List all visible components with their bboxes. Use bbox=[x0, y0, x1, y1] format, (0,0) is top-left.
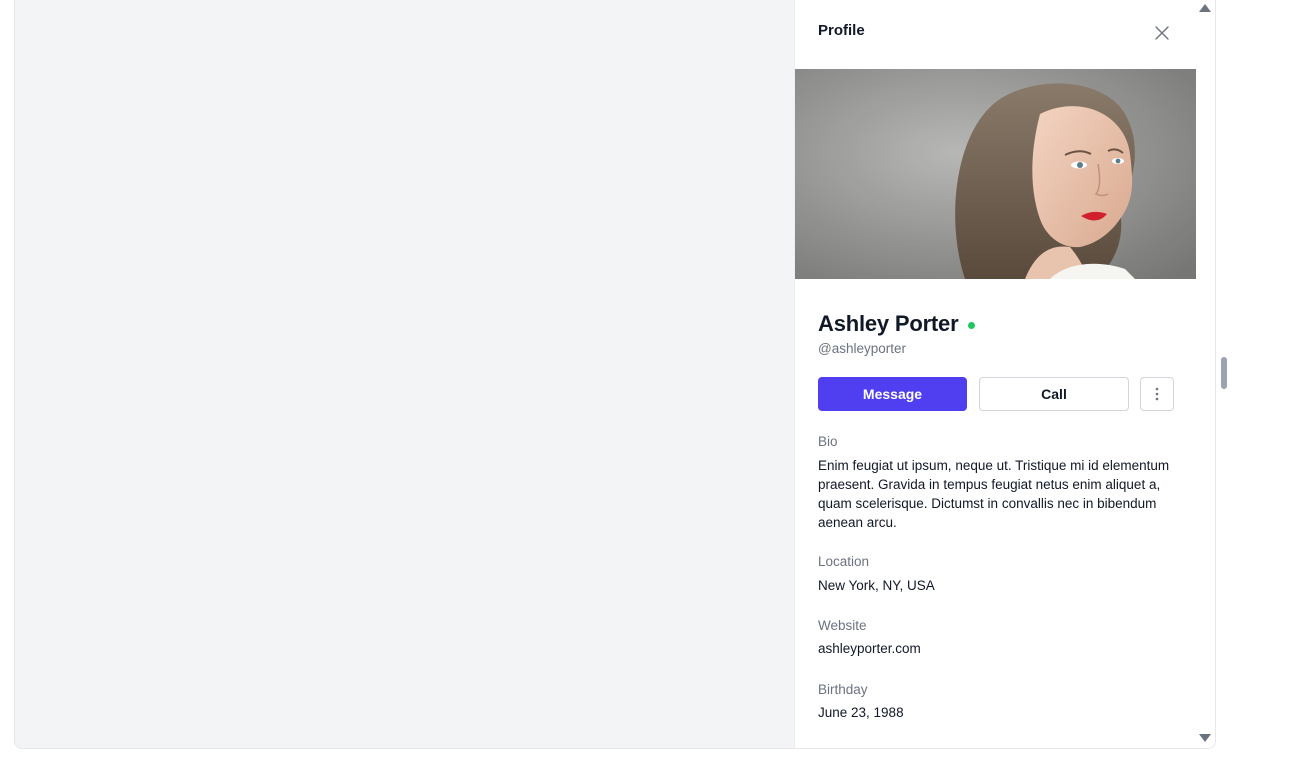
bio-value: Enim feugiat ut ipsum, neque ut. Tristiq… bbox=[818, 458, 1170, 530]
close-icon bbox=[1155, 26, 1169, 40]
birthday-value: June 23, 1988 bbox=[818, 705, 904, 720]
scroll-down-arrow[interactable] bbox=[1199, 734, 1211, 742]
panel-header: Profile bbox=[795, 0, 1196, 69]
profile-handle: @ashleyporter bbox=[818, 341, 906, 356]
close-button[interactable] bbox=[1151, 22, 1173, 44]
scroll-up-arrow[interactable] bbox=[1199, 4, 1211, 12]
more-vertical-icon bbox=[1155, 387, 1159, 401]
birthday-label: Birthday bbox=[818, 682, 868, 697]
online-status-indicator bbox=[968, 321, 976, 329]
profile-panel: Profile Ashley Porter @ashleyporter Mess… bbox=[795, 0, 1215, 748]
profile-panel-scroll-area: Profile Ashley Porter @ashleyporter Mess… bbox=[795, 0, 1196, 748]
profile-name: Ashley Porter bbox=[818, 311, 959, 336]
scrollbar-thumb[interactable] bbox=[1221, 357, 1227, 389]
location-value: New York, NY, USA bbox=[818, 578, 935, 593]
profile-photo bbox=[795, 69, 1196, 279]
app-frame: Profile Ashley Porter @ashleyporter Mess… bbox=[14, 0, 1216, 749]
panel-title: Profile bbox=[818, 22, 865, 39]
name-row: Ashley Porter bbox=[818, 311, 976, 337]
message-button[interactable]: Message bbox=[818, 377, 967, 411]
website-label: Website bbox=[818, 618, 867, 633]
more-options-button[interactable] bbox=[1140, 377, 1174, 411]
call-button[interactable]: Call bbox=[979, 377, 1129, 411]
website-value: ashleyporter.com bbox=[818, 641, 921, 656]
bio-label: Bio bbox=[818, 434, 838, 449]
location-label: Location bbox=[818, 554, 870, 569]
